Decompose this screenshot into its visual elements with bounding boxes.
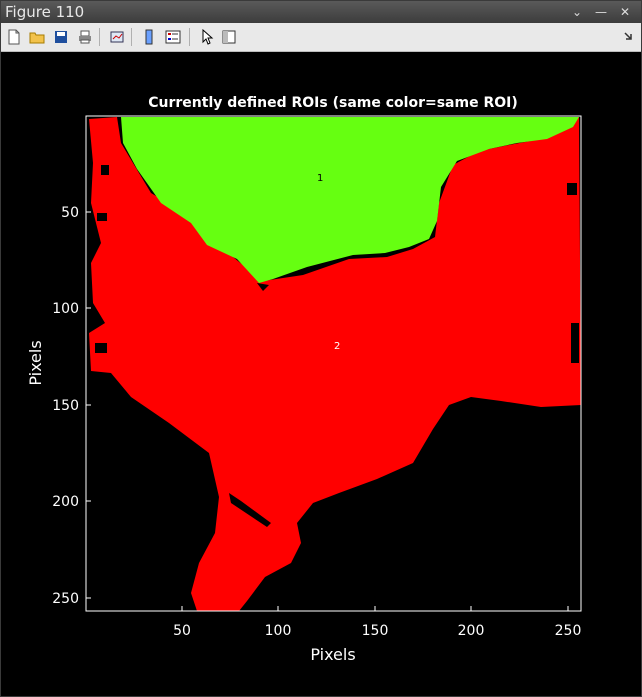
figure-window: Figure 110 ⌄ — ✕ 1 2 Currently defined R… bbox=[0, 0, 642, 697]
toolbar-separator bbox=[189, 28, 190, 46]
roi-hole bbox=[567, 183, 577, 195]
figure-toolbar bbox=[1, 23, 641, 52]
new-figure-icon[interactable] bbox=[4, 27, 24, 47]
minimize-icon[interactable]: — bbox=[591, 3, 611, 21]
property-inspector-icon[interactable] bbox=[219, 27, 239, 47]
y-tick-label: 150 bbox=[52, 398, 79, 414]
roi-label-1: 1 bbox=[317, 173, 323, 184]
plot-title: Currently defined ROIs (same color=same … bbox=[148, 95, 517, 111]
dock-arrow-icon[interactable] bbox=[619, 27, 639, 47]
toolbar-separator bbox=[99, 28, 100, 46]
x-tick-label: 150 bbox=[362, 623, 389, 639]
roi-hole bbox=[571, 323, 579, 363]
roi-hole bbox=[97, 213, 107, 221]
y-axis-label: Pixels bbox=[26, 340, 45, 385]
toolbar-separator bbox=[131, 28, 132, 46]
x-tick-label: 100 bbox=[265, 623, 292, 639]
save-icon[interactable] bbox=[51, 27, 71, 47]
y-tick-label: 200 bbox=[52, 494, 79, 510]
window-title: Figure 110 bbox=[5, 3, 85, 21]
title-bar[interactable]: Figure 110 ⌄ — ✕ bbox=[1, 1, 641, 23]
legend-icon[interactable] bbox=[163, 27, 183, 47]
roi-label-2: 2 bbox=[334, 341, 340, 352]
print-icon[interactable] bbox=[75, 27, 95, 47]
pointer-icon[interactable] bbox=[197, 27, 217, 47]
y-tick-label: 250 bbox=[52, 591, 79, 607]
y-tick-label: 100 bbox=[52, 301, 79, 317]
figure-canvas: 1 2 Currently defined ROIs (same color=s… bbox=[1, 53, 641, 696]
link-plot-icon[interactable] bbox=[107, 27, 127, 47]
x-axis-label: Pixels bbox=[310, 645, 355, 664]
x-tick-label: 250 bbox=[555, 623, 582, 639]
roi-hole bbox=[95, 343, 107, 353]
x-tick-label: 200 bbox=[458, 623, 485, 639]
colorbar-icon[interactable] bbox=[139, 27, 159, 47]
chevron-down-icon[interactable]: ⌄ bbox=[567, 3, 587, 21]
roi-image-axes[interactable]: 1 2 Currently defined ROIs (same color=s… bbox=[1, 53, 641, 696]
open-folder-icon[interactable] bbox=[27, 27, 47, 47]
close-icon[interactable]: ✕ bbox=[615, 3, 635, 21]
x-tick-label: 50 bbox=[173, 623, 191, 639]
roi-hole bbox=[101, 165, 109, 175]
y-tick-label: 50 bbox=[61, 205, 79, 221]
